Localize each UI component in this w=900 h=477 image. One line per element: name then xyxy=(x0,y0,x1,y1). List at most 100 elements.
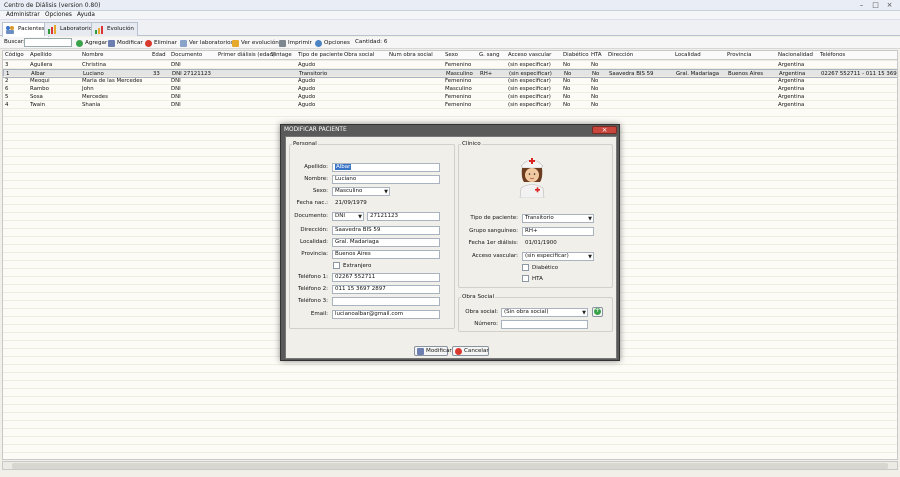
documento-label: Documento: xyxy=(294,213,328,219)
column-header[interactable]: G. sang xyxy=(479,52,500,58)
tab-label: Evolución xyxy=(107,26,134,32)
modify-confirm-button[interactable]: Modificar xyxy=(414,346,452,356)
email-label: Email: xyxy=(310,311,328,317)
fecha-1er-field[interactable]: 01/01/1900 xyxy=(522,239,582,248)
grid-line xyxy=(3,364,897,365)
close-window-icon[interactable]: × xyxy=(884,2,895,9)
email-field[interactable]: lucianoalbar@gmail.com xyxy=(332,310,440,319)
toolbar: Buscar: Agregar Modificar Eliminar Ver l… xyxy=(0,37,900,49)
menu-administrar[interactable]: Administrar xyxy=(6,12,40,18)
dialog-close-button[interactable]: × xyxy=(592,126,617,134)
dialog-title: MODIFICAR PACIENTE xyxy=(284,127,347,133)
cancel-icon xyxy=(455,348,462,355)
extranjero-checkbox[interactable] xyxy=(333,262,340,269)
grid-line xyxy=(3,68,897,69)
column-header[interactable]: Teléfonos xyxy=(820,52,845,58)
grid-line xyxy=(3,108,897,109)
menu-opciones[interactable]: Opciones xyxy=(45,12,72,18)
dialog-body: Personal Apellido: Albar Nombre: Luciano… xyxy=(285,136,617,359)
column-header[interactable]: Apellido xyxy=(30,52,52,58)
column-header[interactable]: Dirección xyxy=(608,52,633,58)
tel2-field[interactable]: 011 15 3697 2897 xyxy=(332,285,440,294)
provincia-field[interactable]: Buenos Aires xyxy=(332,250,440,259)
localidad-label: Localidad: xyxy=(300,239,328,245)
tipo-paciente-label: Tipo de paciente: xyxy=(470,215,518,221)
column-header[interactable]: Diabético xyxy=(563,52,589,58)
printer-icon xyxy=(279,40,286,47)
tab-evolucion[interactable]: Evolución xyxy=(91,22,138,36)
print-button[interactable]: Imprimir xyxy=(279,38,312,48)
extranjero-label: Extranjero xyxy=(343,263,372,269)
numero-field[interactable] xyxy=(501,320,588,329)
add-obra-social-button[interactable]: + xyxy=(592,307,603,317)
search-input[interactable] xyxy=(24,38,72,47)
nombre-label: Nombre: xyxy=(304,176,328,182)
modify-patient-dialog: MODIFICAR PACIENTE × Personal Apellido: … xyxy=(280,124,620,361)
hta-label: HTA xyxy=(532,276,543,282)
column-header[interactable]: Edad xyxy=(152,52,166,58)
column-header[interactable]: Localidad xyxy=(675,52,701,58)
grid-line xyxy=(3,116,897,117)
grid-line xyxy=(3,396,897,397)
column-header[interactable]: Documento xyxy=(171,52,202,58)
hta-checkbox[interactable] xyxy=(522,275,529,282)
view-evolution-button[interactable]: Ver evolución xyxy=(232,38,279,48)
obra-social-select[interactable]: (Sin obra social) ▼ xyxy=(501,308,588,317)
column-header[interactable]: Código xyxy=(5,52,24,58)
column-header[interactable]: Tipo de paciente xyxy=(298,52,343,58)
acceso-label: Acceso vascular: xyxy=(472,253,518,259)
modify-button[interactable]: Modificar xyxy=(108,38,143,48)
title-bar: Centro de Diálisis (version 0.80) – □ × xyxy=(0,0,900,11)
column-header[interactable]: Num obra social xyxy=(389,52,433,58)
cancel-button[interactable]: Cancelar xyxy=(452,346,489,356)
scrollbar-thumb[interactable] xyxy=(12,463,888,469)
minimize-icon[interactable]: – xyxy=(856,2,867,9)
add-icon: + xyxy=(594,307,601,315)
doc-type-select[interactable]: DNI ▼ xyxy=(332,212,364,221)
localidad-field[interactable]: Gral. Madariaga xyxy=(332,238,440,247)
column-header[interactable]: Sexo xyxy=(445,52,458,58)
column-header[interactable]: Nombre xyxy=(82,52,103,58)
column-header[interactable]: Vintage xyxy=(271,52,292,58)
chart-icon xyxy=(232,40,239,47)
tipo-paciente-select[interactable]: Transitorio ▼ xyxy=(522,214,594,223)
direccion-field[interactable]: Saavedra BIS 59 xyxy=(332,226,440,235)
tel1-field[interactable]: 02267 552711 xyxy=(332,273,440,282)
grid-line xyxy=(3,100,897,101)
nombre-field[interactable]: Luciano xyxy=(332,175,440,184)
diabetico-label: Diabético xyxy=(532,265,559,271)
fecha-1er-label: Fecha 1er diálisis: xyxy=(468,240,518,246)
options-button[interactable]: Opciones xyxy=(315,38,350,48)
menu-bar: Administrar Opciones Ayuda xyxy=(0,11,900,20)
delete-icon xyxy=(145,40,152,47)
grupo-sanguineo-field[interactable]: RH+ xyxy=(522,227,594,236)
horizontal-scrollbar[interactable] xyxy=(2,461,898,470)
column-header[interactable]: Primer diálisis (edad) xyxy=(218,52,275,58)
maximize-icon[interactable]: □ xyxy=(870,2,881,9)
diabetico-checkbox[interactable] xyxy=(522,264,529,271)
column-header[interactable]: Nacionalidad xyxy=(778,52,813,58)
grid-line xyxy=(3,420,897,421)
menu-ayuda[interactable]: Ayuda xyxy=(77,12,95,18)
tab-pacientes[interactable]: Pacientes xyxy=(2,22,49,37)
grid-line xyxy=(3,412,897,413)
grid-line xyxy=(3,452,897,453)
apellido-field[interactable]: Albar xyxy=(332,163,440,172)
delete-button[interactable]: Eliminar xyxy=(145,38,177,48)
tel1-label: Teléfono 1: xyxy=(298,274,328,280)
view-labs-button[interactable]: Ver laboratorios xyxy=(180,38,233,48)
add-button[interactable]: Agregar xyxy=(76,38,107,48)
column-header[interactable]: HTA xyxy=(591,52,602,58)
fecha-nac-field[interactable]: 21/09/1979 xyxy=(332,199,392,208)
column-header[interactable]: Obra social xyxy=(344,52,374,58)
doc-number-field[interactable]: 27121123 xyxy=(367,212,440,221)
column-header[interactable]: Acceso vascular xyxy=(508,52,551,58)
sexo-select[interactable]: Masculino ▼ xyxy=(332,187,390,196)
record-count: Cantidad: 6 xyxy=(355,39,388,45)
acceso-select[interactable]: (sin especificar) ▼ xyxy=(522,252,594,261)
column-header[interactable]: Provincia xyxy=(727,52,751,58)
grid-line xyxy=(3,92,897,93)
chevron-down-icon: ▼ xyxy=(384,189,388,195)
gear-icon xyxy=(315,40,322,47)
tel3-field[interactable] xyxy=(332,297,440,306)
